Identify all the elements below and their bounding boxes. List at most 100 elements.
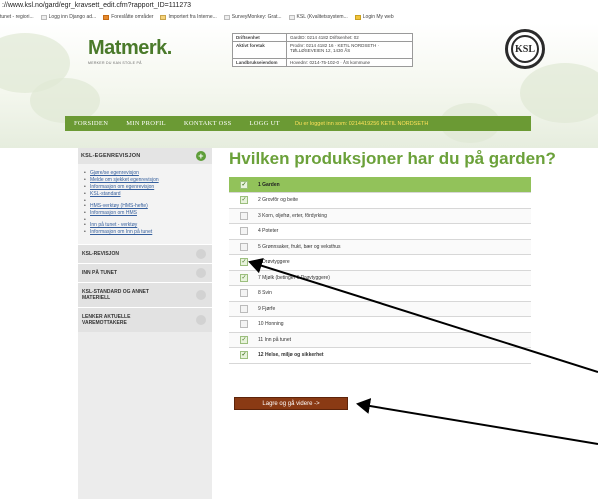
- page-icon: [288, 14, 295, 20]
- decorative-leaf: [520, 63, 598, 123]
- info-value: Prodnr: 0214 4182 16 · KETIL NORDSETH · …: [286, 41, 413, 59]
- sidebar-section-ksl-revisjon[interactable]: KSL-REVISJON: [78, 244, 212, 263]
- nav-logg-ut[interactable]: LOGG UT: [240, 120, 288, 127]
- site-header: Matmerk. MERKER DU KAN STOLE PÅ Driftsen…: [0, 23, 598, 148]
- login-status: Du er logget inn som: 0214419256 KETIL N…: [294, 120, 429, 127]
- production-label: 9 Fjørfe: [258, 301, 531, 317]
- sidebar-link[interactable]: Inn på tunet - verktøy: [84, 222, 212, 229]
- expand-icon[interactable]: [196, 268, 206, 278]
- production-checkbox[interactable]: ✓: [240, 351, 248, 360]
- row-checkbox-cell: ✓: [229, 254, 258, 271]
- ksl-badge-logo: KSL: [505, 29, 545, 69]
- production-row: ✓ 9 Fjørfe: [229, 301, 531, 317]
- production-label: 11 Inn på tunet: [258, 332, 531, 348]
- save-continue-button[interactable]: Lagre og gå videre ->: [234, 397, 348, 410]
- bookmark-item[interactable]: KSL (Kvalitetssystem...: [288, 11, 348, 23]
- production-table: ✓ 1 Garden ✓ 2 Grovfôr og beite ✓ 3 Korn, olj…: [229, 177, 531, 364]
- row-checkbox-cell: ✓: [229, 285, 258, 302]
- bookmark-item[interactable]: tunet - regiori...: [0, 11, 34, 23]
- row-checkbox-cell: ✓: [229, 301, 258, 317]
- row-checkbox-cell: ✓: [229, 332, 258, 348]
- sidebar-links: Gjøre/se egenrevisjon Melde om sjekket e…: [78, 164, 212, 244]
- sidebar-section-label: KSL-REVISJON: [82, 251, 119, 257]
- expand-icon[interactable]: [196, 249, 206, 259]
- row-checkbox-cell: ✓: [229, 239, 258, 255]
- sidebar-link[interactable]: KSL-standard: [84, 191, 212, 198]
- farm-info-table: Driftsenhet GardID: 0214 4182 Driftsenhet…: [232, 33, 413, 67]
- bookmark-item[interactable]: Foreslåtte områder: [103, 11, 153, 23]
- production-label: 10 Honning: [258, 316, 531, 333]
- sidebar: KSL-EGENREVISJON + Gjøre/se egenrevisjon…: [78, 148, 212, 499]
- sidebar-section-ksl-standard[interactable]: KSL-STANDARD OG ANNET MATERIELL: [78, 282, 212, 307]
- production-row: ✓ 3 Korn, oljefrø, erter, fôrdyrking: [229, 208, 531, 224]
- sidebar-section-title: KSL-EGENREVISJON: [81, 153, 141, 159]
- sidebar-link[interactable]: Informasjon om Inn på tunet: [84, 229, 212, 236]
- production-checkbox[interactable]: ✓: [240, 196, 248, 205]
- address-bar[interactable]: ://www.ksl.no/gard/egr_kravsett_edit.cfm…: [0, 0, 598, 11]
- nav-min-profil[interactable]: MIN PROFIL: [117, 120, 175, 127]
- production-row: ✓ 11 Inn på tunet: [229, 332, 531, 348]
- production-checkbox[interactable]: ✓: [240, 227, 248, 236]
- sidebar-section-label: LENKER AKTUELLE VAREMOTTAKERE: [82, 314, 131, 326]
- production-checkbox[interactable]: ✓: [240, 273, 248, 282]
- production-row: ✓ 5 Grønnsaker, frukt, bær og veksthus: [229, 239, 531, 255]
- production-row: ✓ 1 Garden: [229, 177, 531, 193]
- screenshot-root: ://www.ksl.no/gard/egr_kravsett_edit.cfm…: [0, 0, 598, 499]
- production-checkbox[interactable]: ✓: [240, 211, 248, 220]
- production-checkbox[interactable]: ✓: [240, 335, 248, 344]
- sidebar-link[interactable]: Informasjon om HMS: [84, 210, 212, 217]
- expand-icon[interactable]: [196, 315, 206, 325]
- production-label: 5 Grønnsaker, frukt, bær og veksthus: [258, 239, 531, 255]
- page-icon: [103, 14, 110, 20]
- row-checkbox-cell: ✓: [229, 223, 258, 240]
- sidebar-active-section[interactable]: KSL-EGENREVISJON +: [78, 148, 212, 164]
- sidebar-section-varemottakere[interactable]: LENKER AKTUELLE VAREMOTTAKERE: [78, 307, 212, 332]
- production-label: 7 Mjølk (betinger 6 Drøvtyggere): [258, 270, 531, 286]
- production-row: ✓ 6 Drøvtyggere: [229, 254, 531, 271]
- nav-kontakt-oss[interactable]: KONTAKT OSS: [175, 120, 241, 127]
- nav-forsiden[interactable]: FORSIDEN: [65, 120, 117, 127]
- row-checkbox-cell: ✓: [229, 270, 258, 286]
- folder-icon: [160, 14, 167, 20]
- row-checkbox-cell: ✓: [229, 192, 258, 209]
- row-checkbox-cell: ✓: [229, 177, 258, 193]
- info-key: Aktivt foretak: [232, 41, 287, 59]
- info-key: Landbrukseiendom: [232, 58, 287, 67]
- page-icon: [223, 14, 230, 20]
- production-label: 2 Grovfôr og beite: [258, 192, 531, 209]
- production-checkbox[interactable]: ✓: [240, 242, 248, 251]
- main-navigation: FORSIDEN MIN PROFIL KONTAKT OSS LOGG UT …: [65, 116, 531, 131]
- sidebar-link[interactable]: HMS-verktøy (HMS-hefte): [84, 203, 212, 210]
- production-checkbox[interactable]: ✓: [240, 304, 248, 313]
- page-icon: [40, 14, 47, 20]
- sidebar-link[interactable]: Melde om sjekket egenrevisjon: [84, 177, 212, 184]
- production-label: 6 Drøvtyggere: [258, 254, 531, 271]
- expand-icon[interactable]: [196, 290, 206, 300]
- bookmarks-bar: tunet - regiori... Logg inn Django ad...…: [0, 11, 598, 23]
- matmerk-logo[interactable]: Matmerk.: [88, 37, 172, 60]
- sidebar-section-inn-pa-tunet[interactable]: INN PÅ TUNET: [78, 263, 212, 282]
- bookmark-item[interactable]: Importert fra Interne...: [160, 11, 217, 23]
- sidebar-section-label: INN PÅ TUNET: [82, 270, 117, 276]
- bookmark-item[interactable]: Login My web: [354, 11, 394, 23]
- bookmark-item[interactable]: Logg inn Django ad...: [40, 11, 96, 23]
- page-icon: [354, 14, 361, 20]
- production-label: 1 Garden: [258, 177, 531, 193]
- expand-icon[interactable]: +: [196, 151, 206, 161]
- production-checkbox[interactable]: ✓: [240, 289, 248, 298]
- ksl-badge-text: KSL: [511, 35, 539, 63]
- sidebar-link[interactable]: Gjøre/se egenrevisjon: [84, 170, 212, 177]
- production-row: ✓ 4 Poteter: [229, 223, 531, 240]
- production-row: ✓ 12 Helse, miljø og sikkerhet: [229, 347, 531, 364]
- production-label: 3 Korn, oljefrø, erter, fôrdyrking: [258, 208, 531, 224]
- sidebar-link[interactable]: Informasjon om egenrevisjon: [84, 184, 212, 191]
- production-label: 8 Svin: [258, 285, 531, 302]
- production-checkbox[interactable]: ✓: [240, 258, 248, 267]
- info-key: Driftsenhet: [232, 33, 287, 42]
- production-row: ✓ 7 Mjølk (betinger 6 Drøvtyggere): [229, 270, 531, 286]
- production-checkbox[interactable]: ✓: [240, 320, 248, 329]
- page-title: Hvilken produksjoner har du på garden?: [229, 149, 556, 168]
- production-checkbox[interactable]: ✓: [240, 180, 248, 189]
- production-row: ✓ 10 Honning: [229, 316, 531, 333]
- bookmark-item[interactable]: SurveyMonkey: Grat...: [223, 11, 282, 23]
